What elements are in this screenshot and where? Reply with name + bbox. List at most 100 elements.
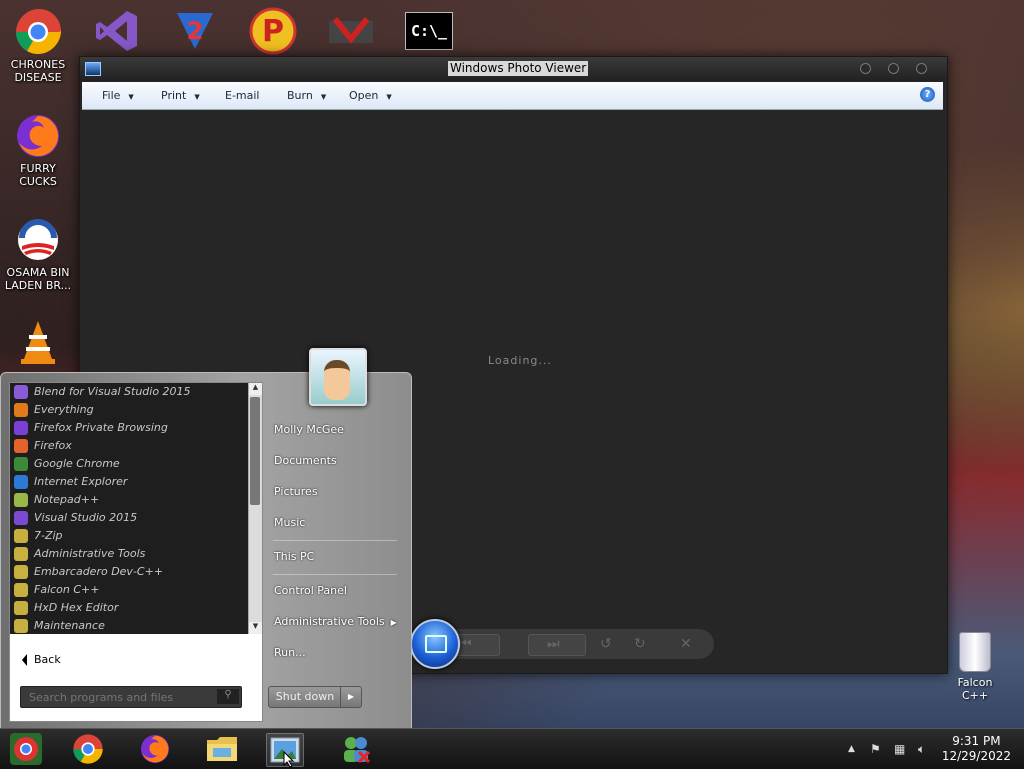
program-list-item[interactable]: Internet Explorer — [10, 473, 248, 491]
program-icon — [14, 493, 28, 507]
program-icon — [14, 385, 28, 399]
desktop-icon-furry-cucks[interactable]: FURRY CUCKS — [2, 112, 74, 188]
program-list-item[interactable]: Embarcadero Dev-C++ — [10, 563, 248, 581]
network-icon[interactable]: ▦ — [894, 742, 905, 756]
program-label: Embarcadero Dev-C++ — [34, 565, 164, 578]
shutdown-button[interactable]: Shut down — [268, 686, 342, 708]
v2-icon[interactable]: 2 — [170, 8, 220, 54]
desktop-icon-label: OSAMA BIN LADEN BR... — [4, 266, 72, 292]
program-list-item[interactable]: 7-Zip — [10, 527, 248, 545]
scroll-down-icon[interactable]: ▼ — [249, 622, 262, 634]
chevron-down-icon: ▼ — [194, 93, 200, 101]
menu-email[interactable]: E-mail — [225, 89, 260, 102]
program-label: Everything — [34, 403, 94, 416]
program-list-item[interactable]: HxD Hex Editor — [10, 599, 248, 617]
program-list-item[interactable]: Visual Studio 2015 — [10, 509, 248, 527]
program-list-scrollbar[interactable]: ▲ ▼ — [248, 383, 262, 634]
p-icon[interactable]: P — [248, 7, 298, 55]
chevron-right-icon: ▶ — [347, 692, 355, 701]
command-prompt-icon[interactable]: C:\_ — [404, 8, 454, 54]
program-label: 7-Zip — [34, 529, 63, 542]
start-button[interactable] — [8, 733, 44, 765]
program-list-item[interactable]: Firefox — [10, 437, 248, 455]
close-button[interactable] — [916, 63, 927, 74]
program-icon — [14, 601, 28, 615]
program-list-item[interactable]: Firefox Private Browsing — [10, 419, 248, 437]
help-icon[interactable]: ? — [920, 87, 935, 102]
start-link-music[interactable]: Music — [274, 516, 305, 529]
clock-time: 9:31 PM — [952, 734, 1001, 748]
minimize-button[interactable] — [860, 63, 871, 74]
maximize-button[interactable] — [888, 63, 899, 74]
desktop-icon-recycle-bin[interactable]: Falcon C++ — [944, 632, 1006, 702]
start-link-user[interactable]: Molly McGee — [274, 423, 344, 436]
desktop-icon-osama[interactable]: OSAMA BIN LADEN BR... — [2, 216, 74, 292]
start-search-box[interactable]: ⚲ — [20, 686, 242, 708]
menu-print[interactable]: Print ▼ — [161, 89, 200, 102]
menu-file[interactable]: File ▼ — [102, 89, 134, 102]
program-icon — [14, 529, 28, 543]
program-label: Administrative Tools — [34, 547, 146, 560]
action-center-flag-icon[interactable]: ⚑ — [870, 742, 881, 756]
svg-text:P: P — [262, 14, 284, 49]
menu-bar: File ▼ Print ▼ E-mail Burn ▼ Open ▼ ? — [82, 82, 943, 110]
start-link-control-panel[interactable]: Control Panel — [274, 584, 347, 597]
mouse-cursor-icon — [283, 751, 295, 768]
show-hidden-icons-icon[interactable]: ▲ — [848, 744, 855, 754]
clock-date: 12/29/2022 — [941, 749, 1011, 763]
taskbar-network-people-icon[interactable] — [338, 733, 374, 765]
search-input[interactable] — [27, 689, 211, 706]
program-label: Blend for Visual Studio 2015 — [34, 385, 191, 398]
delete-icon[interactable]: ✕ — [680, 636, 692, 652]
program-list-item[interactable]: Falcon C++ — [10, 581, 248, 599]
chevron-down-icon: ▼ — [128, 93, 134, 101]
rotate-counterclockwise-icon[interactable]: ↺ — [600, 636, 612, 652]
user-avatar[interactable] — [309, 348, 367, 406]
menu-burn-label: Burn — [287, 89, 313, 102]
search-icon[interactable]: ⚲ — [217, 689, 239, 704]
start-link-run[interactable]: Run... — [274, 646, 306, 659]
start-link-administrative-tools[interactable]: Administrative Tools ▶ — [274, 615, 397, 628]
scroll-up-icon[interactable]: ▲ — [249, 383, 262, 395]
title-bar[interactable]: Windows Photo Viewer — [80, 57, 947, 81]
menu-burn[interactable]: Burn ▼ — [287, 89, 326, 102]
slideshow-button[interactable] — [410, 619, 460, 669]
program-list-item[interactable]: Maintenance — [10, 617, 248, 634]
menu-file-label: File — [102, 89, 121, 102]
taskbar-chrome-icon[interactable] — [70, 733, 106, 765]
chrome-icon — [14, 8, 62, 56]
program-icon — [14, 547, 28, 561]
start-menu-left-pane: Blend for Visual Studio 2015 Everything Fi… — [9, 382, 263, 722]
volume-icon[interactable]: 🔈︎ — [918, 742, 925, 757]
program-label: Internet Explorer — [34, 475, 128, 488]
desktop-icon-vlc[interactable] — [2, 318, 74, 368]
taskbar-firefox-icon[interactable] — [137, 733, 173, 765]
chevron-down-icon: ▼ — [386, 93, 392, 101]
shutdown-options-button[interactable]: ▶ — [340, 686, 362, 708]
separator — [273, 540, 397, 541]
next-button[interactable]: ⏭ — [528, 634, 586, 656]
program-icon — [14, 457, 28, 471]
visual-studio-icon[interactable] — [92, 8, 142, 54]
back-button[interactable]: Back — [10, 645, 260, 675]
chevron-right-icon: ▶ — [390, 618, 397, 627]
start-link-pictures[interactable]: Pictures — [274, 485, 318, 498]
start-link-this-pc[interactable]: This PC — [274, 550, 314, 563]
start-link-documents[interactable]: Documents — [274, 454, 337, 467]
program-list-item[interactable]: Blend for Visual Studio 2015 — [10, 383, 248, 401]
rotate-clockwise-icon[interactable]: ↻ — [634, 636, 646, 652]
avatar-image — [324, 360, 350, 400]
program-list-item[interactable]: Administrative Tools — [10, 545, 248, 563]
taskbar-clock[interactable]: 9:31 PM 12/29/2022 — [942, 734, 1011, 764]
program-list-item[interactable]: Google Chrome — [10, 455, 248, 473]
scrollbar-thumb[interactable] — [250, 397, 260, 505]
menu-open[interactable]: Open ▼ — [349, 89, 392, 102]
taskbar-file-explorer-icon[interactable] — [204, 733, 240, 765]
program-list-item[interactable]: Everything — [10, 401, 248, 419]
winrar-icon[interactable] — [326, 8, 376, 54]
desktop-icon-chrones-disease[interactable]: CHRONES DISEASE — [2, 8, 74, 84]
firefox-icon — [14, 112, 62, 160]
separator — [273, 574, 397, 575]
program-list-item[interactable]: Notepad++ — [10, 491, 248, 509]
program-label: HxD Hex Editor — [34, 601, 119, 614]
